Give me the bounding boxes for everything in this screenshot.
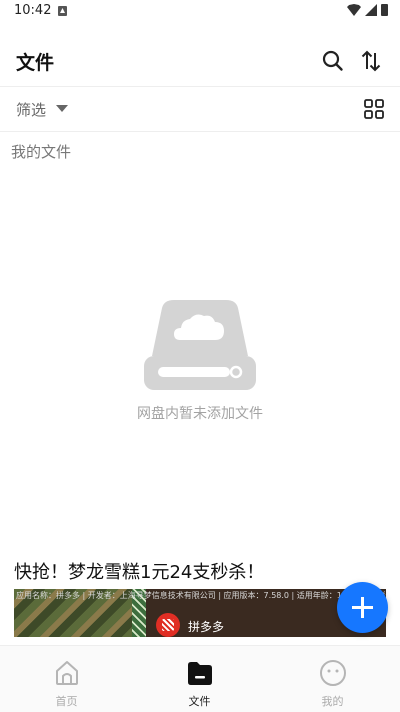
- caret-down-icon[interactable]: [56, 105, 68, 112]
- nav-label-files: 文件: [188, 695, 211, 708]
- nav-item-home[interactable]: 首页: [0, 646, 133, 712]
- folder-icon: [186, 659, 214, 687]
- pinduoduo-logo-icon: [156, 613, 180, 637]
- breadcrumb[interactable]: 我的文件: [11, 141, 71, 162]
- bottom-nav: 首页 文件 我的: [0, 645, 400, 712]
- nav-label-profile: 我的: [321, 695, 344, 708]
- signal-icon: [365, 4, 377, 16]
- empty-state-message: 网盘内暂未添加文件: [137, 406, 263, 422]
- sort-icon[interactable]: [358, 48, 384, 74]
- status-bar: 10:42: [0, 0, 400, 24]
- wifi-icon: [347, 4, 361, 16]
- grid-view-icon[interactable]: [364, 99, 384, 119]
- status-time: 10:42: [14, 3, 52, 18]
- search-icon[interactable]: [320, 48, 346, 74]
- profile-icon: [319, 659, 347, 687]
- nav-item-files[interactable]: 文件: [133, 646, 266, 712]
- filter-divider: [0, 131, 400, 132]
- page-title: 文件: [16, 52, 55, 74]
- notification-icon: [58, 6, 67, 16]
- header-divider: [0, 86, 400, 87]
- home-icon: [53, 659, 81, 687]
- ad-info-text: 应用名称：拼多多 | 开发者：上海寻梦信息技术有限公司 | 应用版本：7.58.…: [16, 591, 386, 600]
- filter-dropdown[interactable]: 筛选: [16, 99, 46, 120]
- nav-item-profile[interactable]: 我的: [266, 646, 399, 712]
- battery-icon: [381, 4, 388, 16]
- drive-icon: [144, 300, 256, 390]
- add-button[interactable]: [337, 582, 388, 633]
- ad-banner[interactable]: 应用名称：拼多多 | 开发者：上海寻梦信息技术有限公司 | 应用版本：7.58.…: [14, 589, 386, 637]
- promo-title[interactable]: 快抢！梦龙雪糕1元24支秒杀！: [14, 558, 264, 584]
- ad-brand-name: 拼多多: [188, 620, 225, 634]
- app-header: 文件: [0, 40, 400, 86]
- filter-row: 筛选: [0, 88, 400, 130]
- nav-label-home: 首页: [55, 695, 78, 708]
- status-indicators: [347, 4, 388, 16]
